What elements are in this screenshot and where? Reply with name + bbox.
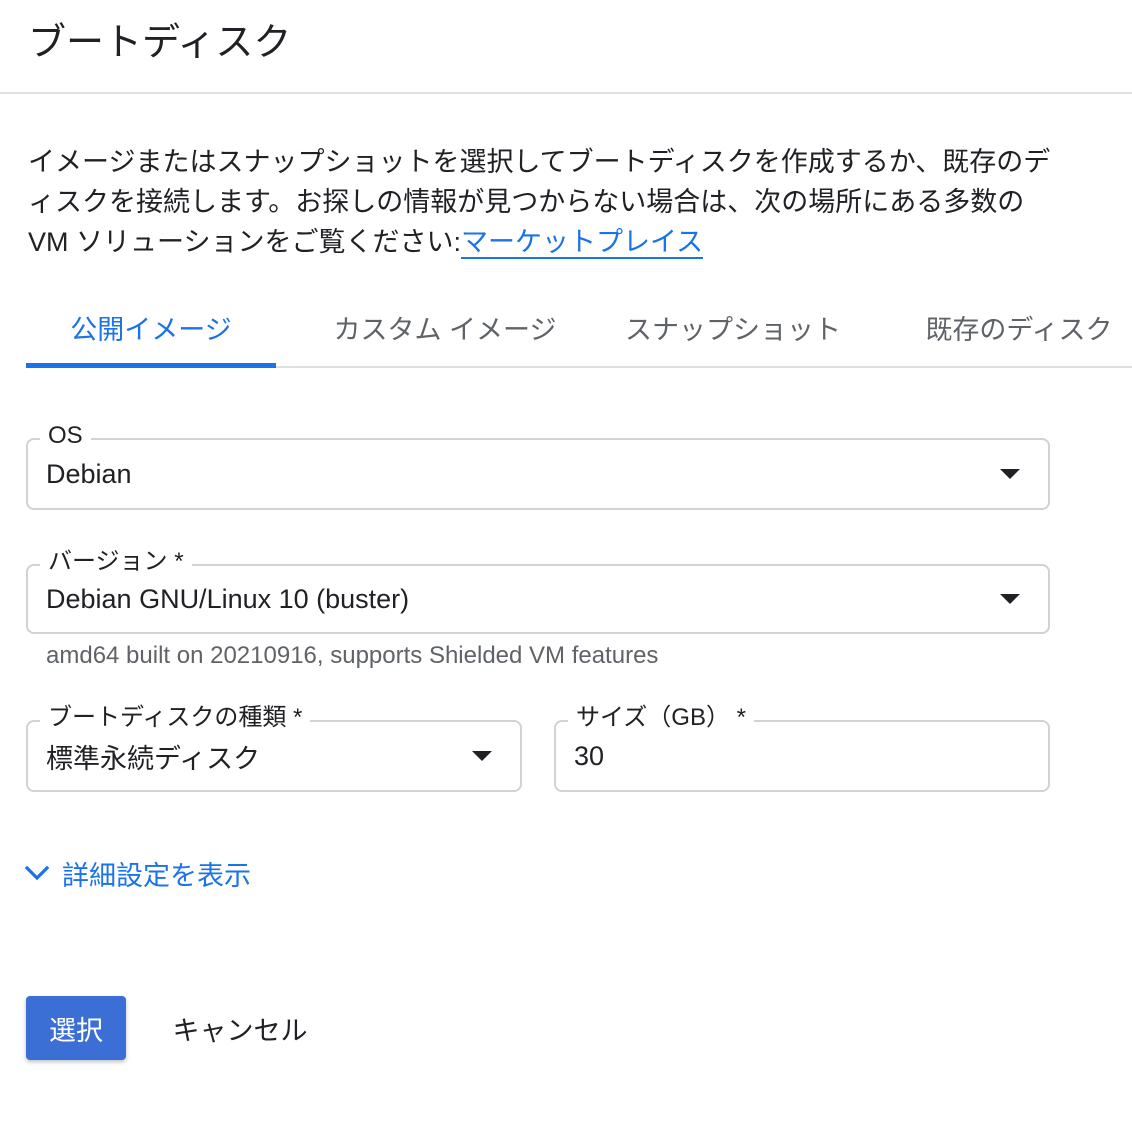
tab-custom-images[interactable]: カスタム イメージ — [310, 296, 580, 366]
version-select[interactable]: バージョン * Debian GNU/Linux 10 (buster) — [26, 546, 1050, 634]
cancel-button[interactable]: キャンセル — [160, 996, 320, 1060]
os-select[interactable]: OS Debian — [26, 420, 1050, 510]
version-select-value: Debian GNU/Linux 10 (buster) — [46, 583, 410, 614]
description-text: イメージまたはスナップショットを選択してブートディスクを作成するか、既存のディス… — [28, 142, 1068, 262]
disk-size-input[interactable]: サイズ（GB） * 30 — [554, 702, 1050, 792]
show-advanced-settings[interactable]: 詳細設定を表示 — [22, 852, 251, 894]
version-hint: amd64 built on 20210916, supports Shield… — [46, 642, 659, 669]
disk-size-input-value: 30 — [574, 740, 605, 771]
disk-type-select-value: 標準永続ディスク — [46, 743, 261, 774]
show-advanced-settings-label: 詳細設定を表示 — [62, 860, 251, 891]
dialog-header: ブートディスク — [0, 0, 1132, 94]
tab-snapshots[interactable]: スナップショット — [618, 296, 848, 366]
dropdown-arrow-icon — [1000, 594, 1020, 604]
tab-existing-disk[interactable]: 既存のディスク — [924, 296, 1114, 366]
disk-type-select[interactable]: ブートディスクの種類 * 標準永続ディスク — [26, 702, 522, 792]
dropdown-arrow-icon — [472, 751, 492, 761]
dropdown-arrow-icon — [1000, 469, 1020, 479]
dialog-title: ブートディスク — [28, 22, 292, 64]
image-source-tabs: 公開イメージ カスタム イメージ スナップショット 既存のディスク — [26, 296, 1132, 368]
select-button[interactable]: 選択 — [26, 996, 126, 1060]
marketplace-link[interactable]: マーケットプレイス — [460, 227, 704, 259]
tab-public-images[interactable]: 公開イメージ — [26, 296, 276, 368]
chevron-down-icon — [24, 865, 50, 881]
os-select-value: Debian — [46, 458, 132, 489]
